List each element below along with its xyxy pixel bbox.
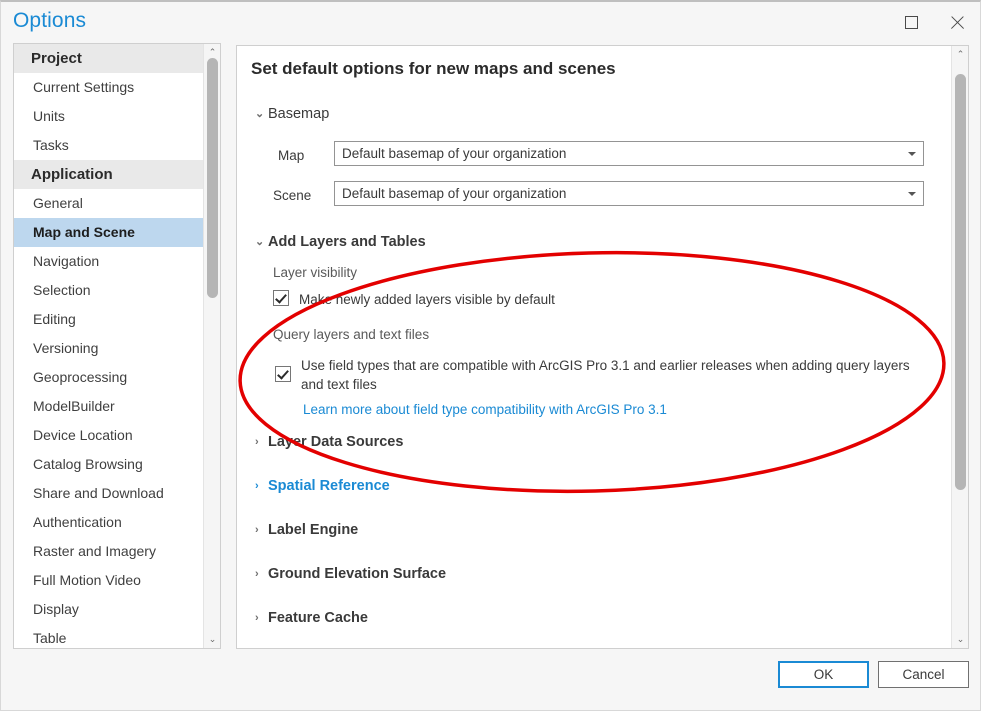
chevron-right-icon: ›: [255, 524, 268, 536]
field-type-compat-row[interactable]: Use field types that are compatible with…: [275, 356, 915, 394]
sidebar-nav-list: Project Current Settings Units Tasks App…: [14, 44, 204, 649]
chevron-right-icon: ›: [255, 568, 268, 580]
section-basemap[interactable]: ⌄Basemap: [255, 106, 329, 122]
sidebar: Project Current Settings Units Tasks App…: [13, 43, 221, 649]
scroll-up-icon[interactable]: ⌃: [952, 46, 969, 63]
sidebar-item-selection[interactable]: Selection: [14, 276, 204, 305]
content-heading: Set default options for new maps and sce…: [251, 59, 616, 79]
cancel-button[interactable]: Cancel: [878, 661, 969, 688]
sidebar-item-tasks[interactable]: Tasks: [14, 131, 204, 160]
maximize-button[interactable]: [888, 2, 934, 42]
sidebar-item-modelbuilder[interactable]: ModelBuilder: [14, 392, 204, 421]
sidebar-item-table[interactable]: Table: [14, 624, 204, 649]
sidebar-item-versioning[interactable]: Versioning: [14, 334, 204, 363]
content-inner: Set default options for new maps and sce…: [237, 46, 949, 648]
scene-basemap-value: Default basemap of your organization: [342, 186, 566, 201]
chevron-down-icon: ⌄: [255, 107, 268, 120]
close-button[interactable]: [934, 2, 980, 42]
section-add-layers-label: Add Layers and Tables: [268, 234, 426, 250]
visible-by-default-label: Make newly added layers visible by defau…: [299, 290, 555, 309]
section-add-layers-and-tables[interactable]: ⌄Add Layers and Tables: [255, 234, 426, 250]
visible-by-default-checkbox[interactable]: [273, 290, 289, 306]
content-scrollbar[interactable]: ⌃ ⌄: [951, 46, 968, 648]
sidebar-item-raster-and-imagery[interactable]: Raster and Imagery: [14, 537, 204, 566]
field-type-compat-checkbox[interactable]: [275, 366, 291, 382]
visible-by-default-row[interactable]: Make newly added layers visible by defau…: [273, 290, 893, 309]
section-label-engine[interactable]: ›Label Engine: [255, 522, 358, 538]
ok-button[interactable]: OK: [778, 661, 869, 688]
close-icon: [949, 14, 965, 30]
section-basemap-label: Basemap: [268, 106, 329, 122]
learn-more-link[interactable]: Learn more about field type compatibilit…: [303, 402, 667, 417]
maximize-icon: [905, 16, 918, 29]
sidebar-item-catalog-browsing[interactable]: Catalog Browsing: [14, 450, 204, 479]
sidebar-item-navigation[interactable]: Navigation: [14, 247, 204, 276]
sidebar-scrollbar[interactable]: ⌃ ⌄: [203, 44, 220, 648]
sidebar-item-editing[interactable]: Editing: [14, 305, 204, 334]
chevron-down-icon: ⌄: [255, 235, 268, 248]
map-label: Map: [278, 148, 304, 163]
sidebar-item-map-and-scene[interactable]: Map and Scene: [14, 218, 204, 247]
map-basemap-value: Default basemap of your organization: [342, 146, 566, 161]
field-type-compat-label: Use field types that are compatible with…: [301, 356, 915, 394]
section-ground-elevation-label: Ground Elevation Surface: [268, 566, 446, 582]
dialog-footer: OK Cancel: [2, 651, 979, 709]
scene-basemap-dropdown[interactable]: Default basemap of your organization: [334, 181, 924, 206]
section-layer-data-sources[interactable]: ›Layer Data Sources: [255, 434, 403, 450]
title-bar: Options: [1, 2, 980, 42]
scroll-down-icon[interactable]: ⌄: [952, 631, 969, 648]
sidebar-item-share-and-download[interactable]: Share and Download: [14, 479, 204, 508]
section-ground-elevation-surface[interactable]: ›Ground Elevation Surface: [255, 566, 446, 582]
scroll-down-icon[interactable]: ⌄: [204, 631, 221, 648]
sidebar-item-current-settings[interactable]: Current Settings: [14, 73, 204, 102]
chevron-down-icon: [908, 152, 916, 156]
sidebar-scrollbar-thumb[interactable]: [207, 58, 218, 298]
content-scrollbar-thumb[interactable]: [955, 74, 966, 490]
sidebar-item-authentication[interactable]: Authentication: [14, 508, 204, 537]
chevron-right-icon: ›: [255, 480, 268, 492]
sidebar-item-full-motion-video[interactable]: Full Motion Video: [14, 566, 204, 595]
sidebar-item-display[interactable]: Display: [14, 595, 204, 624]
map-basemap-dropdown[interactable]: Default basemap of your organization: [334, 141, 924, 166]
page-title: Options: [13, 9, 86, 33]
section-feature-cache[interactable]: ›Feature Cache: [255, 610, 368, 626]
sidebar-item-general[interactable]: General: [14, 189, 204, 218]
sidebar-item-device-location[interactable]: Device Location: [14, 421, 204, 450]
sidebar-item-geoprocessing[interactable]: Geoprocessing: [14, 363, 204, 392]
query-layers-label: Query layers and text files: [273, 327, 429, 342]
section-feature-cache-label: Feature Cache: [268, 610, 368, 626]
options-dialog: Options Project Current Settings Units T…: [0, 0, 981, 711]
scene-label: Scene: [273, 188, 311, 203]
options-content-panel: Set default options for new maps and sce…: [236, 45, 969, 649]
section-layer-data-sources-label: Layer Data Sources: [268, 434, 403, 450]
sidebar-group-application: Application: [14, 160, 204, 189]
section-spatial-reference[interactable]: ›Spatial Reference: [255, 478, 390, 494]
chevron-down-icon: [908, 192, 916, 196]
chevron-right-icon: ›: [255, 436, 268, 448]
sidebar-item-units[interactable]: Units: [14, 102, 204, 131]
sidebar-group-project: Project: [14, 44, 204, 73]
section-label-engine-label: Label Engine: [268, 522, 358, 538]
chevron-right-icon: ›: [255, 612, 268, 624]
layer-visibility-label: Layer visibility: [273, 265, 357, 280]
section-spatial-reference-label: Spatial Reference: [268, 478, 390, 494]
